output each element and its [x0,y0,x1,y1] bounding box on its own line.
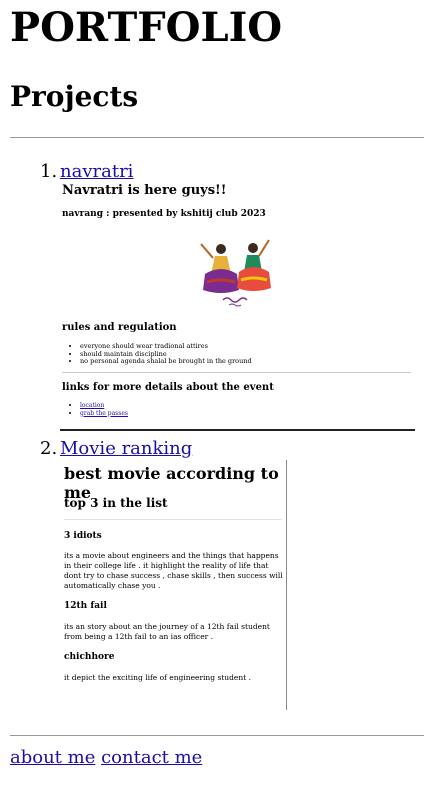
contact-me-link[interactable]: contact me [101,747,202,768]
event-link-item: location [80,402,128,410]
movie-subheading: top 3 in the list [64,496,168,510]
rules-heading: rules and regulation [62,322,177,333]
movie-ranking-panel: best movie according to me top 3 in the … [60,460,287,710]
navratri-heading: Navratri is here guys!! [62,183,227,198]
movie-title: chichhore [64,652,115,662]
project-2-link[interactable]: Movie ranking [60,438,192,459]
event-links-list: location grab the passes [72,402,128,417]
divider-rules [62,372,411,373]
project-2-number: 2. [40,438,58,459]
page-title: PORTFOLIO [10,4,283,51]
location-link[interactable]: location [80,402,104,409]
grab-passes-link[interactable]: grab the passes [80,410,128,417]
divider-top [10,137,424,138]
divider-project-1 [60,429,415,431]
movie-description: its a movie about engineers and the thin… [64,551,283,590]
footer-nav: about me contact me [10,747,202,768]
about-me-link[interactable]: about me [10,747,95,768]
movie-description: it depict the exciting life of engineeri… [64,673,251,682]
movie-divider [64,519,282,520]
links-heading: links for more details about the event [62,382,274,393]
garba-dancers-image [200,239,271,307]
project-1-number: 1. [40,161,58,182]
movie-title: 12th fail [64,601,107,611]
navratri-subheading: navrang : presented by kshitij club 2023 [62,209,266,219]
event-link-item: grab the passes [80,410,128,418]
movie-title: 3 idiots [64,531,102,541]
project-1-link[interactable]: navratri [60,161,133,182]
rule-item: no personal agenda shalal be brought in … [80,357,252,366]
projects-heading: Projects [10,80,139,113]
rules-list: everyone should wear tradional attires s… [72,342,252,366]
movie-description: its an story about an the journey of a 1… [64,622,270,641]
divider-bottom [10,735,424,736]
